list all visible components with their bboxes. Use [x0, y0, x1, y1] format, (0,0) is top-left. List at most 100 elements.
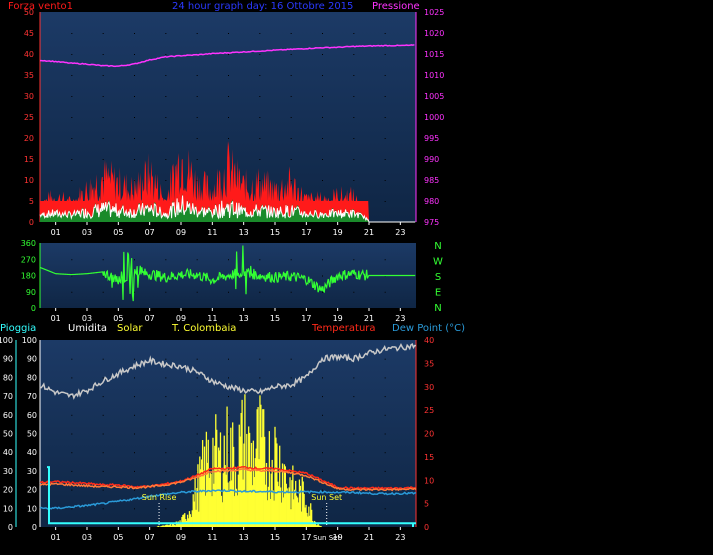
grid-dot: [290, 96, 292, 97]
y-left-tick-label: 40: [24, 50, 34, 59]
grid-dot: [228, 96, 229, 97]
grid-dot: [322, 489, 323, 491]
y-right-tick-label: 995: [424, 134, 439, 143]
grid-dot: [290, 358, 292, 360]
direction-tick-label: 0: [31, 304, 36, 313]
grid-dot: [322, 508, 323, 510]
temperature-tick-label: 30: [424, 383, 434, 392]
grid-dot: [290, 433, 292, 435]
grid-dot: [290, 259, 292, 261]
rain-tick-label: 100: [0, 336, 13, 345]
grid-dot: [165, 377, 167, 379]
y-left-tick-label: 35: [24, 71, 34, 80]
x-tick-label: 01: [51, 228, 61, 237]
y-left-tick-label: 0: [29, 218, 34, 227]
grid-dot: [71, 138, 73, 139]
grid-dot: [102, 291, 104, 293]
legend-item: Dew Point (°C): [392, 323, 465, 334]
x-tick-label: 05: [113, 228, 123, 237]
grid-dot: [228, 117, 229, 118]
rain-tick-label: 0: [8, 523, 13, 532]
grid-dot: [259, 291, 261, 293]
grid-dot: [384, 452, 386, 454]
grid-dot: [259, 377, 261, 379]
grid-dot: [353, 138, 355, 139]
temperature-tick-label: 40: [424, 336, 434, 345]
grid-dot: [196, 433, 198, 435]
grid-dot: [134, 291, 135, 293]
humidity-tick-label: 100: [22, 336, 37, 345]
grid-dot: [165, 117, 167, 118]
grid-dot: [165, 396, 167, 398]
grid-dot: [134, 508, 135, 510]
grid-dot: [71, 275, 73, 277]
grid-dot: [134, 396, 135, 398]
grid-dot: [165, 291, 167, 293]
grid-dot: [196, 138, 198, 139]
grid-dot: [165, 470, 167, 472]
legend-item: Solar: [117, 323, 143, 334]
grid-dot: [353, 54, 355, 55]
grid-dot: [134, 33, 135, 34]
grid-dot: [165, 414, 167, 416]
x-tick-label: 11: [207, 228, 217, 237]
legend-item: Pioggia: [0, 323, 36, 334]
grid-dot: [134, 489, 135, 491]
grid-dot: [71, 180, 73, 181]
rain-tick-label: 50: [3, 430, 13, 439]
grid-dot: [71, 96, 73, 97]
humidity-tick-label: 30: [27, 467, 37, 476]
grid-dot: [290, 377, 292, 379]
x-tick-label: 03: [82, 533, 92, 542]
grid-dot: [353, 117, 355, 118]
grid-dot: [196, 358, 198, 360]
grid-dot: [290, 291, 292, 293]
grid-dot: [71, 259, 73, 261]
humidity-tick-label: 40: [27, 448, 37, 457]
grid-dot: [71, 33, 73, 34]
grid-dot: [353, 180, 355, 181]
rain-tick-label: 20: [3, 486, 13, 495]
x-tick-label: 23: [395, 314, 405, 323]
grid-dot: [102, 358, 104, 360]
grid-dot: [165, 75, 167, 76]
rain-tick-label: 10: [3, 504, 13, 513]
x-tick-label: 01: [51, 533, 61, 542]
y-right-tick-label: 1000: [424, 113, 444, 122]
grid-dot: [134, 75, 135, 76]
x-tick-label: 23: [395, 533, 405, 542]
grid-dot: [134, 452, 135, 454]
grid-dot: [228, 396, 229, 398]
grid-dot: [322, 414, 323, 416]
grid-dot: [322, 377, 323, 379]
grid-dot: [71, 377, 73, 379]
sun-set-axis-label: Sun Set: [313, 534, 340, 542]
x-tick-label: 17: [301, 228, 311, 237]
x-tick-label: 01: [51, 314, 61, 323]
x-tick-label: 23: [395, 228, 405, 237]
grid-dot: [290, 414, 292, 416]
grid-dot: [165, 33, 167, 34]
grid-dot: [102, 489, 104, 491]
temperature-tick-label: 25: [424, 406, 434, 415]
grid-dot: [384, 54, 386, 55]
grid-dot: [134, 433, 135, 435]
grid-dot: [165, 54, 167, 55]
x-tick-label: 15: [270, 533, 280, 542]
direction-tick-label: 360: [21, 239, 36, 248]
y-right-tick-label: 1005: [424, 92, 444, 101]
grid-dot: [134, 138, 135, 139]
grid-dot: [353, 433, 355, 435]
grid-dot: [134, 358, 135, 360]
grid-dot: [165, 452, 167, 454]
humidity-tick-label: 20: [27, 486, 37, 495]
rain-tick-label: 80: [3, 373, 13, 382]
grid-dot: [384, 396, 386, 398]
grid-dot: [71, 117, 73, 118]
grid-dot: [228, 54, 229, 55]
y-right-tick-label: 1010: [424, 71, 444, 80]
x-tick-label: 11: [207, 533, 217, 542]
y-left-tick-label: 50: [24, 8, 34, 17]
grid-dot: [196, 159, 198, 160]
grid-dot: [353, 470, 355, 472]
